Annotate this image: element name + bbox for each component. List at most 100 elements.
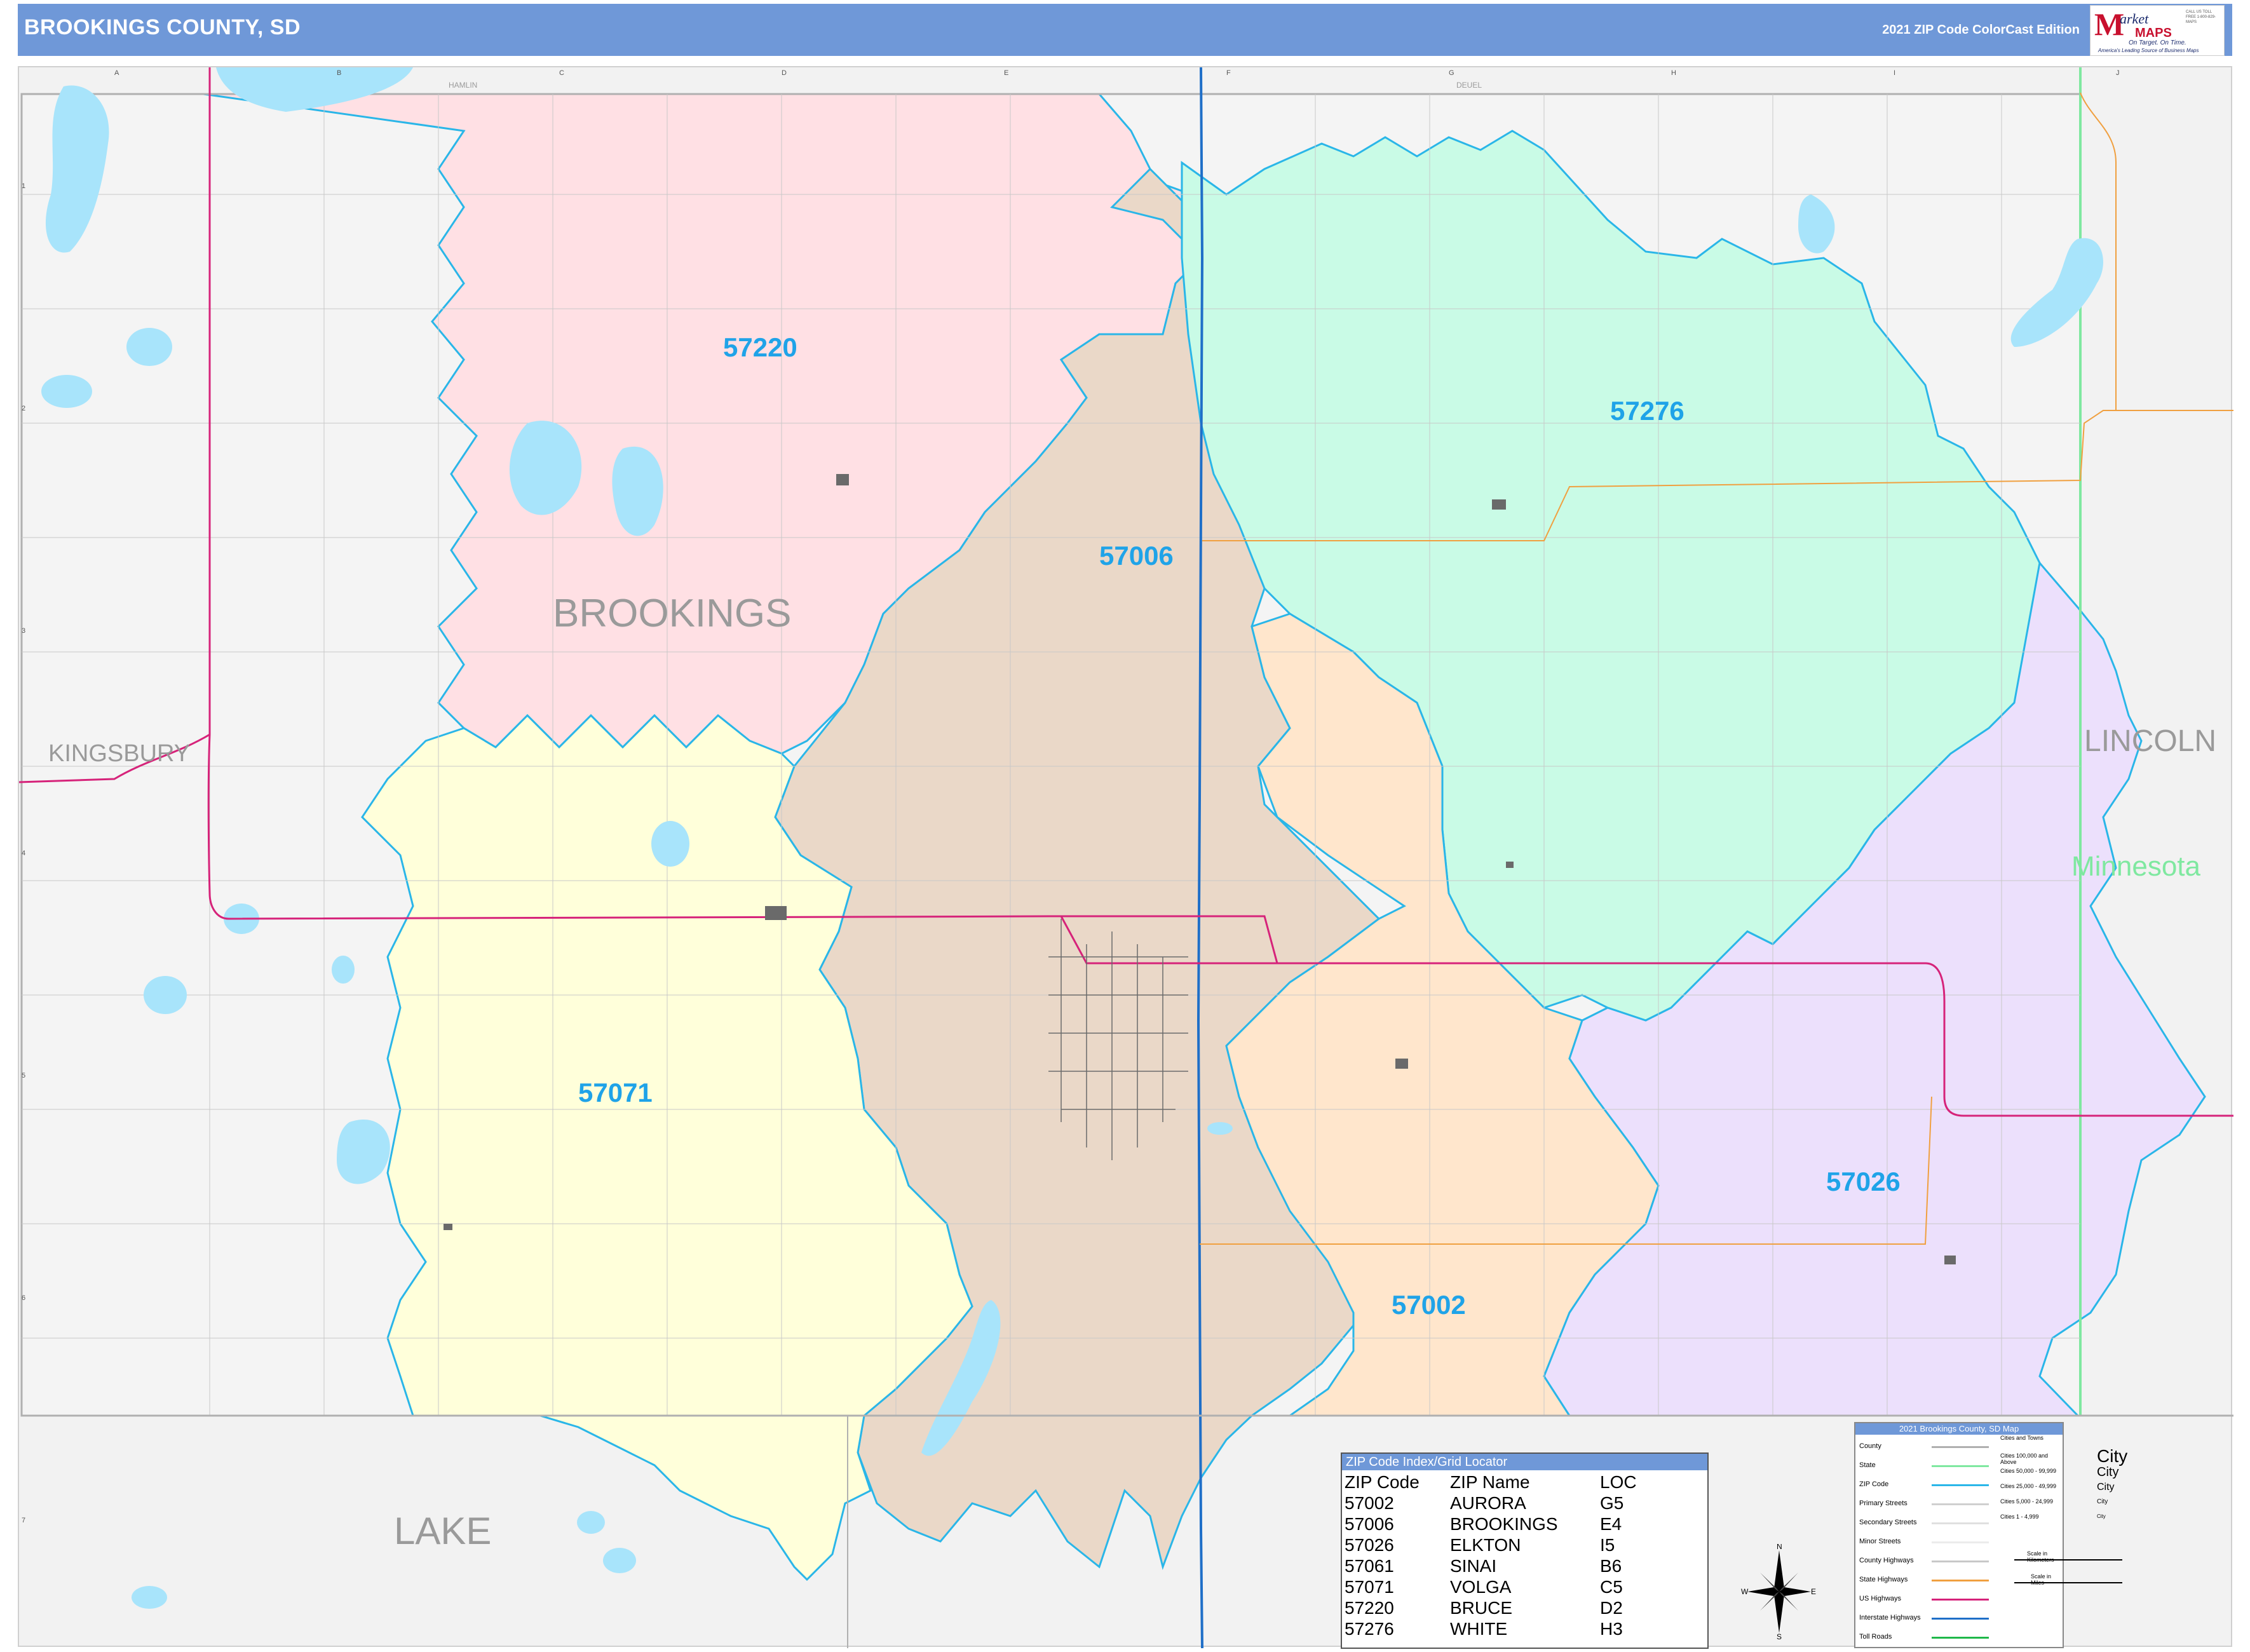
- grid-col-g: G: [1449, 69, 1454, 77]
- zip-name: AURORA: [1450, 1493, 1526, 1513]
- legend-county-hwy: County Highways: [1859, 1557, 1914, 1564]
- table-row[interactable]: 57276 WHITE H3: [1345, 1618, 1641, 1639]
- compass-w: W: [1741, 1587, 1749, 1596]
- compass-s: S: [1777, 1632, 1782, 1639]
- zip-loc: C5: [1600, 1577, 1623, 1597]
- compass-n: N: [1777, 1544, 1782, 1551]
- legend-toll-line: [1932, 1637, 1989, 1639]
- logo-contact: CALL US TOLL FREE 1-800-829-MAPS: [2186, 10, 2216, 24]
- legend-primary-line: [1932, 1503, 1989, 1505]
- zip-label-57002: 57002: [1392, 1290, 1466, 1320]
- compass-e: E: [1811, 1587, 1816, 1596]
- legend-interstate-line: [1932, 1618, 1989, 1620]
- zip-code: 57061: [1345, 1556, 1394, 1576]
- legend-state-line: [1932, 1465, 1989, 1467]
- zip-code: 57071: [1345, 1577, 1394, 1597]
- col-loc: LOC: [1600, 1472, 1637, 1492]
- logo-arket: arket: [2120, 11, 2149, 27]
- legend-city-sample-xs: City: [2097, 1513, 2106, 1519]
- zip-label-57220: 57220: [723, 332, 797, 362]
- zip-index-table: ZIP Code ZIP Name LOC 57002 AURORA G5 5700…: [1345, 1472, 1641, 1639]
- grid-col-c: C: [559, 69, 564, 77]
- grid-col-j: J: [2116, 69, 2120, 77]
- table-row[interactable]: 57002 AURORA G5: [1345, 1493, 1641, 1513]
- table-row[interactable]: 57006 BROOKINGS E4: [1345, 1513, 1641, 1534]
- zip-loc: E4: [1600, 1514, 1622, 1534]
- legend-county: County: [1859, 1442, 1881, 1450]
- county-label-lincoln: LINCOLN: [2084, 724, 2216, 758]
- col-zip-code: ZIP Code: [1345, 1472, 1420, 1492]
- market-maps-logo[interactable]: M arket MAPS On Target. On Time. America…: [2090, 5, 2225, 56]
- scale-bar-mi: [2014, 1582, 2122, 1583]
- zip-loc: H3: [1600, 1619, 1623, 1639]
- legend-scale-km: Scale in Kilometers: [2027, 1550, 2054, 1563]
- legend-title: 2021 Brookings County, SD Map: [1855, 1423, 2063, 1435]
- grid-col-h: H: [1671, 69, 1676, 77]
- map-legend: 2021 Brookings County, SD Map County Sta…: [1854, 1422, 2127, 1648]
- map-title: BROOKINGS COUNTY, SD: [24, 15, 301, 39]
- legend-city-sample-s: City: [2097, 1498, 2108, 1505]
- legend-state-hwy: State Highways: [1859, 1576, 1908, 1583]
- zip-name: WHITE: [1450, 1619, 1508, 1639]
- state-label-minnesota: Minnesota: [2071, 851, 2201, 882]
- scale-bar-km: [2014, 1559, 2122, 1561]
- legend-city-5k: Cities 5,000 - 24,999: [2000, 1498, 2054, 1505]
- grid-col-b: B: [337, 69, 341, 77]
- table-row[interactable]: 57220 BRUCE D2: [1345, 1597, 1641, 1618]
- legend-interstate: Interstate Highways: [1859, 1614, 1921, 1622]
- compass-rose-icon: N S W E: [1741, 1544, 1816, 1639]
- zip-label-57026: 57026: [1826, 1167, 1901, 1196]
- legend-cities-title: Cities and Towns: [2000, 1435, 2043, 1441]
- zip-code: 57026: [1345, 1535, 1394, 1555]
- grid-row-2: 2: [22, 405, 25, 412]
- table-row[interactable]: 57026 ELKTON I5: [1345, 1534, 1641, 1555]
- legend-minor-line: [1932, 1541, 1989, 1543]
- legend-city-100k: Cities 100,000 and Above: [2000, 1452, 2049, 1465]
- legend-county-line: [1932, 1446, 1989, 1448]
- zip-name: ELKTON: [1450, 1535, 1521, 1555]
- legend-city-25k: Cities 25,000 - 49,999: [2000, 1483, 2057, 1489]
- map-header: BROOKINGS COUNTY, SD 2021 ZIP Code Color…: [18, 4, 2232, 56]
- legend-scale-mi: Scale in Miles: [2031, 1573, 2052, 1586]
- top-county-deuel: DEUEL: [1456, 81, 1482, 90]
- grid-col-i: I: [1894, 69, 1895, 77]
- logo-tagline: On Target. On Time.: [2129, 39, 2186, 46]
- legend-city-1: Cities 1 - 4,999: [2000, 1513, 2039, 1520]
- grid-row-4: 4: [22, 850, 25, 857]
- zip-label-57071: 57071: [578, 1078, 653, 1107]
- legend-county-hwy-line: [1932, 1561, 1989, 1562]
- zip-name: BROOKINGS: [1450, 1514, 1558, 1534]
- logo-maps: MAPS: [2135, 26, 2172, 40]
- logo-subtagline: America's Leading Source of Business Map…: [2098, 48, 2199, 53]
- top-county-hamlin: HAMLIN: [449, 81, 477, 90]
- county-label-lake: LAKE: [394, 1510, 491, 1552]
- legend-primary: Primary Streets: [1859, 1500, 1908, 1507]
- legend-city-sample-m: City: [2097, 1482, 2115, 1493]
- legend-state-hwy-line: [1932, 1580, 1989, 1581]
- grid-row-3: 3: [22, 627, 25, 635]
- zip-loc: D2: [1600, 1598, 1623, 1618]
- legend-toll: Toll Roads: [1859, 1633, 1892, 1641]
- legend-city-sample-xl: City: [2097, 1446, 2128, 1466]
- map-svg: 57220 57006 57276 57071 57002 57026 BROO…: [19, 67, 2233, 1648]
- legend-secondary-line: [1932, 1522, 1989, 1524]
- county-label-brookings: BROOKINGS: [553, 592, 792, 635]
- zip-index: ZIP Code Index/Grid Locator ZIP Code ZIP…: [1341, 1452, 1709, 1649]
- table-row[interactable]: 57071 VOLGA C5: [1345, 1576, 1641, 1597]
- zip-loc: G5: [1600, 1493, 1624, 1513]
- edition-label: 2021 ZIP Code ColorCast Edition: [1882, 23, 2080, 37]
- zip-code: 57276: [1345, 1619, 1394, 1639]
- zip-label-57006: 57006: [1099, 541, 1174, 571]
- table-row[interactable]: 57061 SINAI B6: [1345, 1555, 1641, 1576]
- zip-name: BRUCE: [1450, 1598, 1513, 1618]
- legend-city-sample-l: City: [2097, 1465, 2119, 1479]
- legend-secondary: Secondary Streets: [1859, 1519, 1917, 1526]
- map-canvas[interactable]: 57220 57006 57276 57071 57002 57026 BROO…: [18, 66, 2233, 1648]
- legend-zip-line: [1932, 1484, 1989, 1486]
- legend-zip: ZIP Code: [1859, 1480, 1889, 1488]
- grid-row-5: 5: [22, 1072, 25, 1080]
- zip-name: VOLGA: [1450, 1577, 1512, 1597]
- legend-us-hwy-line: [1932, 1599, 1989, 1601]
- zip-name: SINAI: [1450, 1556, 1497, 1576]
- grid-col-f: F: [1226, 69, 1231, 77]
